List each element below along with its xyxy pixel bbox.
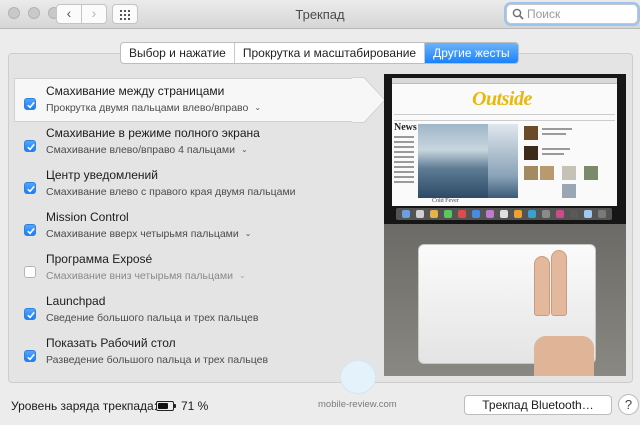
- gesture-title: Центр уведомлений: [46, 168, 158, 182]
- checkbox[interactable]: [24, 182, 36, 194]
- gesture-option-menu[interactable]: Прокрутка двумя пальцами влево/вправо ⌄: [46, 102, 261, 114]
- gesture-subtitle: Смахивание вниз четырьмя пальцами: [46, 270, 233, 282]
- setup-bluetooth-trackpad-button[interactable]: Трекпад Bluetooth…: [464, 395, 612, 415]
- selection-pointer: [352, 77, 386, 123]
- checkbox[interactable]: [24, 266, 36, 278]
- finger: [551, 250, 567, 316]
- preview-browser: Outside News Cold Fever: [392, 78, 617, 206]
- finger: [534, 256, 550, 316]
- search-field[interactable]: [506, 4, 638, 24]
- battery-percent: 71 %: [181, 399, 209, 413]
- chevron-down-icon: ⌄: [244, 229, 252, 238]
- tab-bar: Выбор и нажатие Прокрутка и масштабирова…: [120, 42, 519, 64]
- checkbox[interactable]: [24, 140, 36, 152]
- help-button[interactable]: ?: [618, 394, 639, 415]
- chevron-down-icon: ⌄: [254, 103, 262, 112]
- gesture-title: Показать Рабочий стол: [46, 336, 176, 350]
- checkmark-icon: [27, 101, 35, 109]
- chevron-down-icon: ⌄: [238, 271, 246, 280]
- gesture-preview-video: Outside News Cold Fever: [384, 74, 626, 376]
- gesture-subtitle: Смахивание влево с правого края двумя па…: [46, 186, 296, 198]
- tab-more-gestures[interactable]: Другие жесты: [425, 43, 518, 63]
- checkmark-icon: [27, 185, 35, 193]
- battery-icon: [156, 401, 176, 411]
- preview-hand: [534, 336, 594, 376]
- gesture-option-menu[interactable]: Смахивание вверх четырьмя пальцами ⌄: [46, 228, 251, 240]
- preview-screen: Outside News Cold Fever: [384, 74, 626, 224]
- search-input[interactable]: [527, 6, 635, 22]
- gesture-subtitle: Смахивание вверх четырьмя пальцами: [46, 228, 239, 240]
- gesture-title: Смахивание в режиме полного экрана: [46, 126, 260, 140]
- watermark-text: mobile-review.com: [318, 399, 397, 410]
- gesture-title: Mission Control: [46, 210, 129, 224]
- gesture-title: Launchpad: [46, 294, 106, 308]
- checkmark-icon: [27, 143, 35, 151]
- checkmark-icon: [27, 227, 35, 235]
- gesture-title: Программа Exposé: [46, 252, 153, 266]
- preview-caption: Cold Fever: [432, 198, 459, 204]
- preview-news-heading: News: [394, 122, 417, 133]
- watermark-logo: [340, 360, 376, 394]
- gesture-subtitle: Прокрутка двумя пальцами влево/вправо: [46, 102, 249, 114]
- chevron-down-icon: ⌄: [240, 145, 248, 154]
- search-icon: [512, 8, 524, 20]
- battery-fill: [158, 403, 168, 409]
- checkbox[interactable]: [24, 350, 36, 362]
- preview-dock: [396, 208, 612, 220]
- preview-logo: Outside: [472, 88, 532, 110]
- gesture-title: Смахивание между страницами: [46, 84, 225, 98]
- battery-label: Уровень заряда трекпада:: [11, 399, 158, 413]
- gesture-subtitle: Сведение большого пальца и трех пальцев: [46, 312, 259, 324]
- gesture-subtitle: Разведение большого пальца и трех пальце…: [46, 354, 269, 366]
- gesture-option-menu[interactable]: Смахивание влево/вправо 4 пальцами ⌄: [46, 144, 248, 156]
- checkbox[interactable]: [24, 224, 36, 236]
- title-bar: ‹ › Трекпад: [0, 0, 640, 29]
- checkmark-icon: [27, 311, 35, 319]
- checkmark-icon: [27, 353, 35, 361]
- gesture-option-menu[interactable]: Смахивание вниз четырьмя пальцами ⌄: [46, 270, 246, 282]
- tab-scroll-and-zoom[interactable]: Прокрутка и масштабирование: [235, 43, 426, 63]
- gesture-subtitle: Смахивание влево/вправо 4 пальцами: [46, 144, 235, 156]
- checkbox[interactable]: [24, 308, 36, 320]
- checkbox[interactable]: [24, 98, 36, 110]
- tab-point-and-click[interactable]: Выбор и нажатие: [121, 43, 235, 63]
